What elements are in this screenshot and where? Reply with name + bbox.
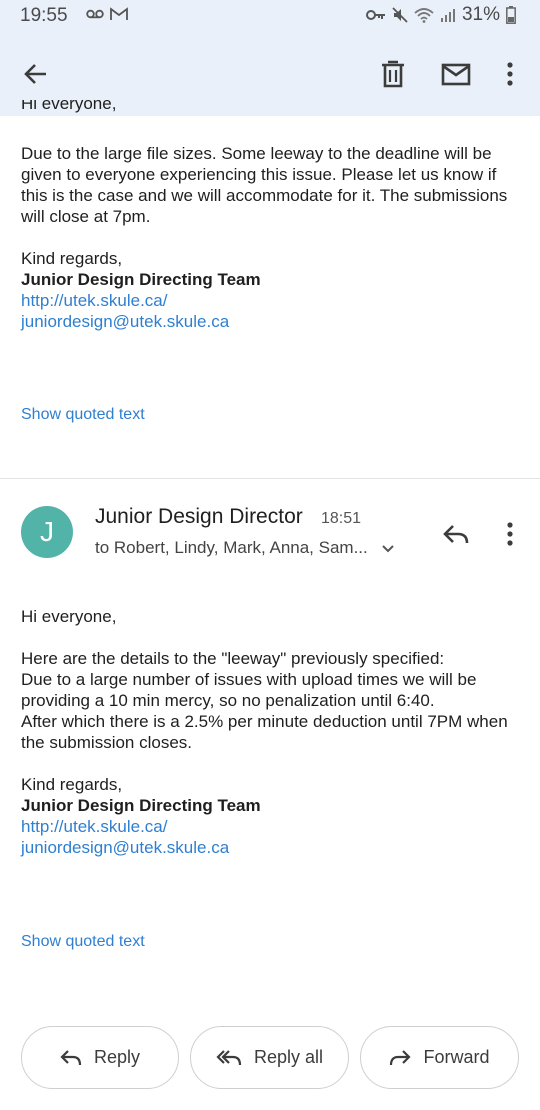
more-vert-icon: [507, 62, 513, 86]
show-quoted-text-link[interactable]: Show quoted text: [21, 406, 145, 424]
message-divider: [0, 478, 540, 479]
trash-icon: [382, 60, 404, 88]
mute-icon: [392, 7, 408, 23]
mark-unread-button[interactable]: [440, 58, 472, 90]
chevron-down-icon: [382, 545, 394, 553]
signature-team: Junior Design Directing Team: [21, 270, 261, 289]
partial-greeting: Hi everyone,: [21, 100, 117, 113]
website-link[interactable]: http://utek.skule.ca/: [21, 290, 521, 311]
greeting: Hi everyone,: [21, 607, 117, 626]
voicemail-icon: [86, 9, 104, 19]
signal-icon: [440, 9, 455, 22]
more-vert-icon: [507, 522, 513, 546]
email-link[interactable]: juniordesign@utek.skule.ca: [21, 311, 521, 332]
signature-team: Junior Design Directing Team: [21, 796, 261, 815]
sender-name: Junior Design Director: [95, 505, 303, 528]
show-quoted-text-link[interactable]: Show quoted text: [21, 933, 145, 951]
battery-icon: [506, 6, 516, 24]
gmail-icon: [110, 7, 128, 20]
website-link[interactable]: http://utek.skule.ca/: [21, 816, 521, 837]
recipients-text: to Robert, Lindy, Mark, Anna, Sam...: [95, 538, 368, 557]
forward-icon: [390, 1049, 412, 1065]
reply-all-button[interactable]: Reply all: [190, 1026, 349, 1089]
email-link[interactable]: juniordesign@utek.skule.ca: [21, 837, 521, 858]
reply-icon: [443, 525, 469, 544]
signoff: Kind regards,: [21, 775, 123, 794]
message-time: 18:51: [321, 510, 362, 527]
second-message-body: Hi everyone, Here are the details to the…: [21, 606, 521, 858]
reply-all-icon: [216, 1049, 242, 1065]
more-options-button[interactable]: [498, 58, 522, 90]
avatar[interactable]: J: [21, 506, 73, 558]
status-left-icons: [86, 7, 128, 21]
recipients-toggle[interactable]: to Robert, Lindy, Mark, Anna, Sam...: [95, 538, 396, 558]
signoff: Kind regards,: [21, 249, 123, 268]
reply-icon-button[interactable]: [440, 518, 472, 550]
status-time: 19:55: [20, 5, 68, 26]
back-arrow-icon: [24, 64, 46, 84]
battery-percent: 31%: [461, 4, 500, 25]
message-paragraph: Due to the large file sizes. Some leeway…: [21, 144, 508, 226]
back-button[interactable]: [20, 58, 52, 90]
status-right-icons: 31%: [365, 4, 516, 26]
key-icon: [365, 10, 385, 20]
status-bar: 19:55 31%: [0, 0, 540, 34]
delete-button[interactable]: [378, 58, 408, 90]
message-line: Due to a large number of issues with upl…: [21, 670, 477, 710]
reply-label: Reply: [93, 1047, 141, 1067]
message-more-button[interactable]: [498, 518, 522, 550]
reply-all-label: Reply all: [253, 1047, 324, 1067]
wifi-icon: [414, 8, 434, 23]
message-line: After which there is a 2.5% per minute d…: [21, 712, 508, 752]
mail-icon: [441, 63, 471, 86]
forward-label: Forward: [423, 1047, 490, 1067]
reply-icon: [60, 1049, 82, 1065]
message-line: Here are the details to the "leeway" pre…: [21, 649, 445, 668]
reply-button[interactable]: Reply: [21, 1026, 179, 1089]
first-message-body: Due to the large file sizes. Some leeway…: [21, 143, 521, 332]
forward-button[interactable]: Forward: [360, 1026, 519, 1089]
